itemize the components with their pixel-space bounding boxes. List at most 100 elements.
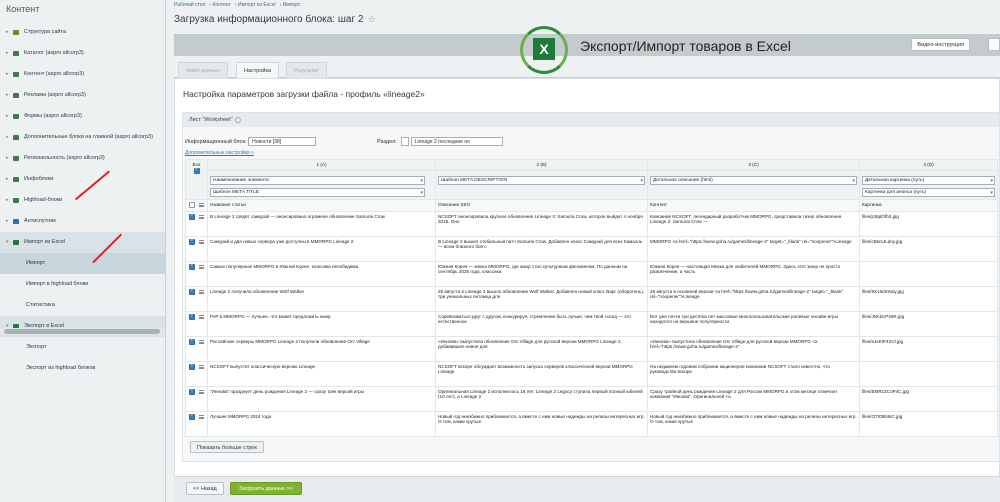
sidebar-item[interactable]: ▸ Формы (aspro allcorp3) bbox=[0, 106, 165, 127]
select-all-checkbox[interactable] bbox=[193, 167, 200, 174]
back-button[interactable]: << Назад bbox=[186, 482, 224, 495]
breadcrumb-item[interactable]: Импорт из Excel bbox=[238, 2, 276, 8]
sidebar-item[interactable]: ▾ Импорт из Excel bbox=[0, 232, 165, 253]
row-menu-icon[interactable] bbox=[199, 314, 204, 319]
row-select-cell bbox=[185, 235, 208, 262]
row-select-cell bbox=[185, 210, 208, 237]
field-select[interactable]: Детальное описание (html) bbox=[650, 175, 857, 185]
chevron-right-icon[interactable]: ▸ bbox=[6, 127, 9, 148]
field-select[interactable]: Шаблон META TITLE bbox=[210, 187, 425, 197]
table-cell: Российские серверы MMORPG Lineage 2 полу… bbox=[207, 335, 436, 362]
field-select[interactable]: Картинка для анонса (путь) bbox=[862, 187, 995, 197]
sidebar-item[interactable]: ▸ Дополнительные блоки на главной (aspro … bbox=[0, 127, 165, 148]
sidebar-title: Контент bbox=[6, 4, 40, 14]
sidebar-scrollbar[interactable] bbox=[0, 328, 165, 335]
section-select[interactable]: Lineage 2 последние но bbox=[410, 137, 503, 146]
table-row: В Lineage 2 грядёт самурай — анонсирован… bbox=[185, 210, 998, 237]
row-menu-icon[interactable] bbox=[199, 364, 204, 369]
sidebar-item[interactable]: Импорт в highload блоки bbox=[0, 274, 165, 295]
row-checkbox[interactable] bbox=[189, 413, 195, 420]
sidebar: Контент ▸ Структура сайта ▸ Каталог (aspro … bbox=[0, 0, 166, 502]
row-menu-icon[interactable] bbox=[199, 414, 204, 419]
sidebar-scroll-thumb[interactable] bbox=[4, 329, 160, 334]
chevron-right-icon[interactable]: ▸ bbox=[6, 106, 9, 127]
row-checkbox[interactable] bbox=[189, 338, 195, 345]
tab-settings[interactable]: Настройка bbox=[236, 62, 280, 79]
chevron-right-icon[interactable]: ▸ bbox=[6, 43, 9, 64]
row-checkbox[interactable] bbox=[189, 288, 195, 295]
field-name: Картинка bbox=[859, 198, 998, 212]
sidebar-item[interactable]: ▸ Структура сайта bbox=[0, 22, 165, 43]
field-select[interactable]: Шаблон META DESCRIPTION bbox=[438, 175, 645, 185]
catalog-icon bbox=[13, 51, 19, 56]
row-checkbox[interactable] bbox=[189, 388, 195, 395]
sidebar-item[interactable]: Статистика bbox=[0, 295, 165, 316]
row-menu-icon[interactable] bbox=[199, 239, 204, 244]
highload-icon bbox=[13, 198, 19, 203]
video-instruction-button[interactable]: Видео-инструкция bbox=[911, 38, 970, 51]
row-checkbox[interactable] bbox=[189, 313, 195, 320]
sidebar-item[interactable]: ▸ Каталог (aspro allcorp3) bbox=[0, 43, 165, 64]
chevron-right-icon[interactable]: ▸ bbox=[6, 22, 9, 43]
sidebar-item[interactable]: Экспорт из highload блоков bbox=[0, 358, 165, 379]
breadcrumb-item[interactable]: Рабочий стол bbox=[174, 2, 205, 8]
breadcrumb-item[interactable]: Контент bbox=[212, 2, 231, 8]
table-cell: Вот уже почти три десятка лет массовые м… bbox=[647, 310, 860, 337]
section-label: Раздел: bbox=[377, 138, 397, 145]
load-data-button[interactable]: Загрузить данные >> bbox=[230, 482, 302, 495]
banner-text: Экспорт/Импорт товаров в Excel bbox=[580, 38, 791, 54]
table-cell: NCSOFT выпустит классическую версию Line… bbox=[207, 360, 436, 387]
table-cell: NCSOFT анонсировала крупное обновление L… bbox=[435, 210, 648, 237]
sidebar-item-label: Импорт из Excel bbox=[24, 239, 66, 245]
sidebar-item[interactable]: ▸ Контент (aspro allcorp3) bbox=[0, 64, 165, 85]
shield-icon bbox=[13, 219, 19, 224]
field-select[interactable]: Детальная картинка (путь) bbox=[862, 175, 995, 185]
chevron-right-icon[interactable]: ▸ bbox=[6, 169, 9, 190]
field-name: Контент bbox=[647, 198, 860, 212]
breadcrumb-item[interactable]: Импорт bbox=[283, 2, 300, 8]
sidebar-item[interactable]: ▸ Региональность (aspro allcorp3) bbox=[0, 148, 165, 169]
row-checkbox[interactable] bbox=[189, 263, 195, 270]
excel-icon bbox=[13, 240, 19, 245]
row-select-cell bbox=[185, 260, 208, 287]
favorite-star-icon[interactable]: ☆ bbox=[367, 14, 375, 24]
chevron-right-icon[interactable]: ▸ bbox=[6, 211, 9, 232]
sidebar-item[interactable]: ▸ Реклама (aspro allcorp3) bbox=[0, 85, 165, 106]
show-more-rows-button[interactable]: Показать больше строк bbox=[190, 441, 264, 453]
row-select-cell bbox=[185, 198, 208, 212]
row-menu-icon[interactable] bbox=[199, 202, 204, 207]
iblock-select[interactable]: Новости [38] bbox=[248, 137, 317, 146]
chevron-right-icon[interactable]: ▸ bbox=[6, 64, 9, 85]
row-checkbox[interactable] bbox=[189, 213, 195, 220]
field-select[interactable]: Наименование элемента bbox=[210, 175, 425, 185]
row-checkbox[interactable] bbox=[189, 201, 195, 208]
tab-result[interactable]: Результат bbox=[286, 62, 328, 78]
row-menu-icon[interactable] bbox=[199, 264, 204, 269]
column-letter: 1 (A) bbox=[207, 159, 436, 171]
table-cell: 29 августа в Lineage 2 вышло обновление … bbox=[435, 285, 648, 312]
row-checkbox[interactable] bbox=[189, 363, 195, 370]
tab-data-file[interactable]: Файл данных bbox=[178, 62, 229, 78]
sidebar-item-label: Каталог (aspro allcorp3) bbox=[24, 50, 84, 56]
sidebar-item-label: Импорт bbox=[26, 260, 46, 266]
chevron-right-icon[interactable]: ▸ bbox=[6, 85, 9, 106]
row-menu-icon[interactable] bbox=[199, 339, 204, 344]
sidebar-item[interactable]: Экспорт bbox=[0, 337, 165, 358]
row-menu-icon[interactable] bbox=[199, 214, 204, 219]
row-menu-icon[interactable] bbox=[199, 389, 204, 394]
sidebar-item-label: Экспорт bbox=[26, 344, 47, 350]
sidebar-item[interactable]: Импорт bbox=[0, 253, 165, 274]
toolbar-extra-button[interactable] bbox=[988, 38, 1000, 51]
chevron-down-icon[interactable]: ▾ bbox=[6, 232, 9, 253]
row-menu-icon[interactable] bbox=[199, 289, 204, 294]
info-icon[interactable] bbox=[234, 116, 241, 123]
sidebar-item[interactable]: ▸ Инфоблоки bbox=[0, 169, 165, 190]
sidebar-item[interactable]: ▸ Антиспутник bbox=[0, 211, 165, 232]
worksheet-panel: Лист "Worksheet" Информационный блок: Но… bbox=[182, 112, 1000, 462]
chevron-right-icon[interactable]: ▸ bbox=[6, 148, 9, 169]
chevron-right-icon[interactable]: ▸ bbox=[6, 190, 9, 211]
section-tree-icon[interactable] bbox=[401, 137, 410, 146]
row-checkbox[interactable] bbox=[189, 238, 195, 245]
advanced-settings-link[interactable]: Дополнительные настройки » bbox=[185, 150, 254, 156]
sidebar-item-label: Структура сайта bbox=[24, 29, 67, 35]
